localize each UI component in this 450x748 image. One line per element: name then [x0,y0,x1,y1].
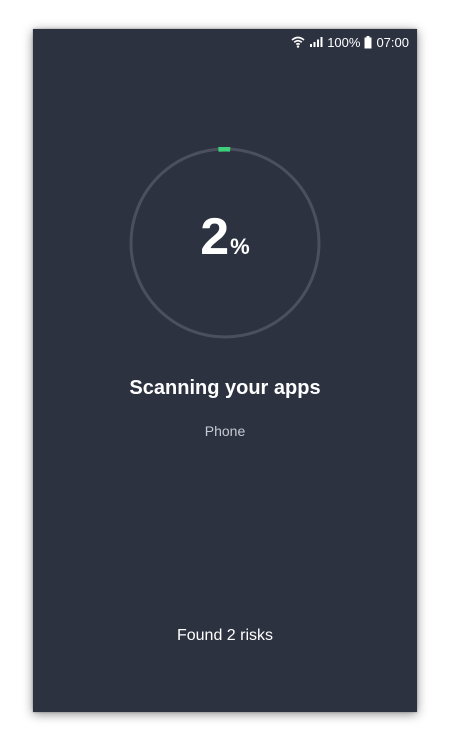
progress-percent-value: 2 [200,208,229,266]
scan-progress-ring: 2% [129,147,321,339]
progress-percent-label: 2% [129,207,321,267]
risks-found-label: Found 2 risks [176,627,274,644]
scan-title: Scanning your apps [129,377,321,399]
battery-percent: 100% [327,34,361,50]
scan-current-item: Phone [204,423,246,439]
cell-signal-icon [309,36,323,48]
wifi-icon [291,36,305,48]
clock-time: 07:00 [376,34,409,50]
battery-icon [364,35,372,49]
scan-screen: 100% 07:00 2% Scanning your apps Phone F… [33,29,417,712]
status-bar: 100% 07:00 [33,29,417,55]
progress-percent-sign: % [230,234,250,259]
